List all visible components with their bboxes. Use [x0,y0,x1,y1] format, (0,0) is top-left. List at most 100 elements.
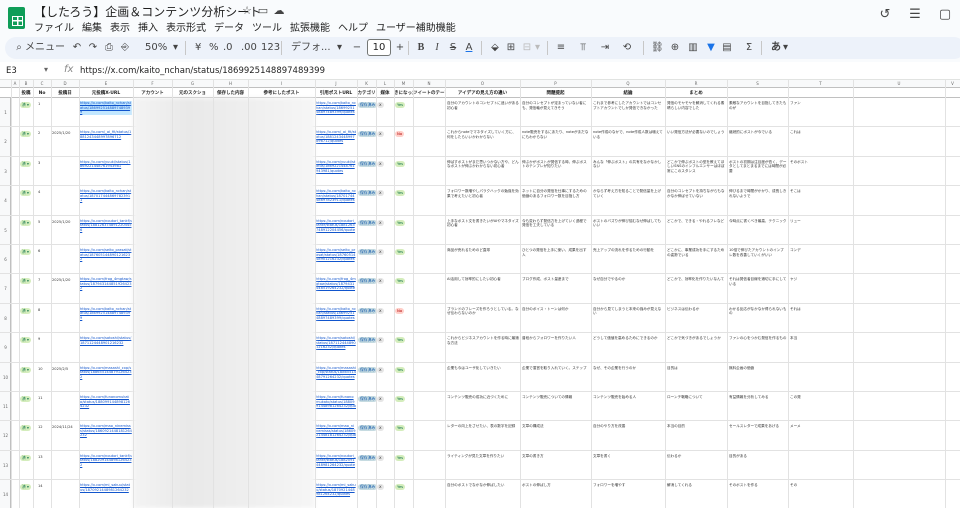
percent-button[interactable]: % [209,40,219,56]
text-cell[interactable]: 本当の目的 [667,424,726,448]
text-cell[interactable]: 10倍で伸びたアカウントのインプレ数を改善していくがいい [729,248,787,272]
text-cell[interactable]: 伝わるか [667,454,726,478]
paint-format-icon[interactable]: ⎆ [119,40,131,56]
quote-url-link[interactable]: https://x.com/kaito_nchan/status/1869925… [316,101,356,115]
horizontal-align-icon[interactable]: ≡ [555,40,567,56]
date-cell[interactable]: 2025/2/5 [52,367,68,371]
star-icon[interactable]: ☆ [240,4,254,17]
medium-chip[interactable]: X [377,219,384,226]
post-status-chip[interactable]: 済 ▾ [20,484,31,491]
date-cell[interactable]: 2025/1/20 [52,220,70,224]
medium-chip[interactable]: X [377,160,384,167]
column-letter[interactable]: H [213,80,248,88]
text-cell[interactable]: その [790,483,852,507]
text-cell[interactable]: 企業も今はユーザ化していきたい [447,366,519,390]
post-status-chip[interactable]: 済 ▾ [20,160,31,167]
number-cell[interactable]: 1 [38,102,40,106]
menu-item[interactable]: 表示 [110,23,130,34]
menu-item[interactable]: 編集 [82,23,102,34]
meet-icon[interactable]: ▢ [936,6,954,24]
increase-font-size-button[interactable]: + [394,40,406,56]
text-cell[interactable]: ネットに自分の発信を仕事にするための価値のあるフォロワー数を目指し方 [522,189,590,213]
post-status-chip[interactable]: 済 ▾ [20,131,31,138]
text-cell[interactable]: 伸ぶかがポストが発信する時、伸ぶポストのテンプレが知りたい [522,160,590,184]
text-cell[interactable]: 売上アップの流れを作るための行動を [593,248,664,272]
quote-url-link[interactable]: https://x.com/mi_sakuu/status/1870921448… [316,483,356,497]
category-chip[interactable]: 保存済み [358,454,378,461]
quote-url-link[interactable]: https://x.com/frog_4mgtaw/status/1879431… [316,277,356,291]
text-cell[interactable]: 解消してくれる [667,483,726,507]
text-cell[interactable]: コンテンツ販売についての情報 [522,395,590,419]
column-letter[interactable]: P [520,80,591,88]
source-url-link[interactable]: https://x.com/satoshi/status/18711244489… [80,336,132,350]
post-status-chip[interactable]: 済 ▾ [20,425,31,432]
text-cell[interactable]: 本当 [790,336,852,360]
date-cell[interactable]: 2024/11/24 [52,425,73,429]
move-folder-icon[interactable]: ▭ [256,4,270,17]
text-cell[interactable]: コンデ [790,248,852,272]
filter-views-icon[interactable]: ▤ [721,40,733,56]
text-cell[interactable]: AI活用して効率的にしたい初心者 [447,277,519,301]
category-chip[interactable]: 保存済み [358,131,378,138]
column-letter[interactable]: O [445,80,520,88]
menu-item[interactable]: ファイル [34,23,74,34]
medium-chip[interactable]: X [377,131,384,138]
quote-url-link[interactable]: https://x.com/yuuki/status/1869221448761… [316,160,356,174]
text-cell[interactable]: 継続的にポストが今でいる [729,130,787,154]
medium-chip[interactable]: X [377,425,384,432]
text-cell[interactable]: 自分のやり方を改善 [593,424,664,448]
history-icon[interactable]: ↺ [876,6,894,24]
text-cell[interactable]: ライティングが見た文章を作りたい [447,454,519,478]
column-letter[interactable]: M [394,80,413,88]
column-letter[interactable]: L [376,80,394,88]
number-cell[interactable]: 6 [38,249,40,253]
increase-decimal-button[interactable]: .00 [241,40,257,56]
text-cell[interactable]: 自分のコンセプトを持ちながらもなかなか伸ばせていない [667,189,726,213]
interest-chip[interactable]: Yes [395,425,406,432]
search-icon[interactable]: ⌕ [13,40,25,56]
column-header[interactable]: 参考にしたポスト [248,89,315,98]
column-header[interactable]: 元のスクショ [172,89,213,98]
interest-chip[interactable]: No [395,307,405,314]
text-cell[interactable]: どこかで気づきがあるでしょうか [667,336,726,360]
date-cell[interactable]: 2025/1/20 [52,131,70,135]
column-letter[interactable]: I [248,80,315,88]
text-cell[interactable]: みんな「伸ぶポスト」の共有をなかなかしない [593,160,664,184]
column-header[interactable]: 投稿日 [51,89,79,98]
text-cell[interactable]: これは [790,130,852,154]
medium-chip[interactable]: X [377,102,384,108]
source-url-link[interactable]: https://x.com/frog_4mgtaw/status/1879431… [80,277,132,291]
text-cell[interactable]: フォロワー数増やしパラクハックの勉強を効果で考えたいと初心者 [447,189,519,213]
column-letter[interactable]: D [51,80,79,88]
text-rotation-icon[interactable]: ⟲ [621,40,633,56]
text-cell[interactable]: なぜ、その企業を行うのか [593,366,664,390]
column-letter[interactable]: J [315,80,357,88]
number-cell[interactable]: 7 [38,278,40,282]
text-cell[interactable]: いい発信方法が必要ないのでしょう [667,130,726,154]
column-letter[interactable]: C [33,80,51,88]
text-cell[interactable]: どこかに、事業成功を手にするための姿勢でいる [667,248,726,272]
font-size-input[interactable]: 10 [367,39,391,56]
source-url-link[interactable]: https://x.com/noutori_tankf/status/18812… [80,219,132,233]
text-cell[interactable]: リュー [790,219,852,243]
text-cell[interactable]: note作成のなかで、note作成人数は増えている [593,130,664,154]
fill-color-icon[interactable]: ⬙ [489,40,501,56]
source-url-link[interactable]: https://x.com/masashi_cxp/status/1886551… [80,366,132,380]
source-url-link[interactable]: https://x.com/kaito_nchan/status/1870174… [80,189,132,203]
category-chip[interactable]: 保存済み [358,425,378,432]
text-cell[interactable]: ファンの心をつかむ発信を作るもの [729,336,787,360]
text-color-button[interactable]: A [463,40,475,56]
column-header[interactable]: アイデアの見え方の違い [445,89,520,98]
decrease-decimal-button[interactable]: .0 [223,40,233,56]
quote-url-link[interactable]: https://x.com/kaito_nchan/status/1869925… [316,307,356,321]
medium-chip[interactable]: X [377,190,384,197]
text-cell[interactable]: 企業で運営を取り入れていく。ステップ [522,366,590,390]
number-cell[interactable]: 9 [38,337,40,341]
text-cell[interactable]: これまで参考にしたアカウントではコンセプトアカウントでしか発信できなかった [593,101,664,125]
text-cell[interactable]: 商品が売れるためのど直球 [447,248,519,272]
text-cell[interactable]: 文章の構成法 [522,424,590,448]
text-cell[interactable]: ファン [790,101,852,125]
medium-chip[interactable]: X [377,366,384,373]
borders-icon[interactable]: ⊞ [505,40,517,56]
number-cell[interactable]: 12 [38,425,43,429]
